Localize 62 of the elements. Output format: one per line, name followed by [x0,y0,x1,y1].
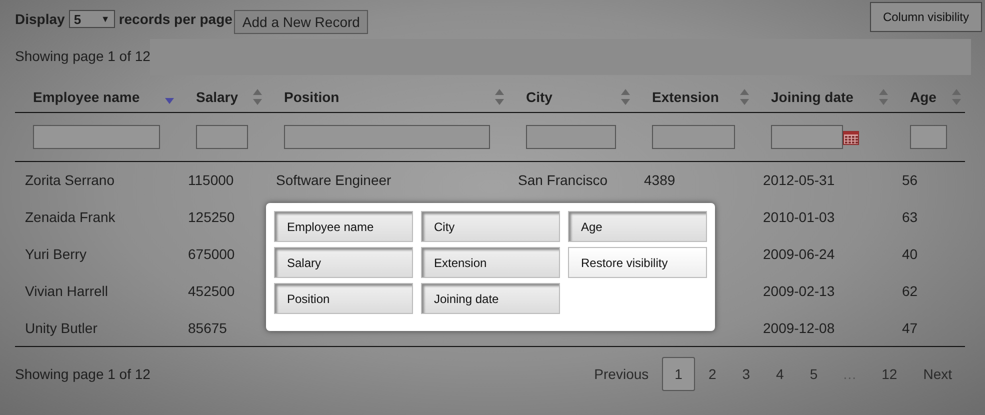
table-cell: 125250 [188,209,235,225]
table-cell: Zenaida Frank [25,209,116,225]
column-toggle-button[interactable]: Age [568,211,707,242]
pagination-button[interactable]: 3 [729,357,764,391]
table-cell: 2009-06-24 [763,246,835,262]
column-toggle-button[interactable]: Extension [421,247,560,278]
pagination-button[interactable]: Previous [581,357,662,391]
column-toggle-button[interactable]: City [421,211,560,242]
table-cell: 452500 [188,283,235,299]
table-cell: Yuri Berry [25,246,86,262]
column-toggle-button[interactable]: Joining date [421,283,560,314]
page-info: Showing page 1 of 12 [15,366,150,382]
table-cell: 62 [902,283,918,299]
table-cell: 115000 [188,172,234,188]
column-header[interactable]: City [526,89,552,105]
column-header[interactable]: Extension [652,89,719,105]
add-record-button[interactable]: Add a New Record [234,10,368,34]
table-cell: 56 [902,172,918,188]
table-cell: 2010-01-03 [763,209,835,225]
table-cell: 63 [902,209,918,225]
table-cell: 40 [902,246,918,262]
pagination-button[interactable]: 1 [662,357,696,391]
pagination-button[interactable]: 4 [763,357,797,391]
filter-field[interactable] [284,125,490,149]
table-cell: 2009-02-13 [763,283,835,299]
table-cell: Unity Butler [25,320,98,336]
pagination-button[interactable]: 12 [868,357,910,391]
table-cell: 4389 [644,172,676,188]
column-toggle-button[interactable]: Position [274,283,413,314]
table-cell: Zorita Serrano [25,172,114,188]
page-info: Showing page 1 of 12 [15,48,150,64]
column-visibility-button[interactable]: Column visibility [870,2,982,32]
page-size-select[interactable]: 5 ▼ [68,10,115,28]
pagination-ellipsis: … [842,365,858,384]
table-cell: 47 [902,320,918,336]
filter-field[interactable] [33,125,160,149]
pagination-button[interactable]: 5 [796,357,831,391]
calendar-icon[interactable] [843,129,859,145]
table-cell: Vivian Harrell [25,283,108,299]
filter-field[interactable] [910,125,947,149]
table-cell: Software Engineer [276,172,392,188]
column-header[interactable]: Position [284,89,340,105]
table-cell: 2009-12-08 [763,320,835,336]
table-cell: 2012-05-31 [763,172,835,188]
restore-visibility-button[interactable]: Restore visibility [568,247,707,278]
table-cell: San Francisco [518,172,608,188]
column-toggle-button[interactable]: Salary [274,247,413,278]
table-cell: 85675 [188,320,227,336]
column-header[interactable]: Age [910,89,936,105]
column-header[interactable]: Joining date [771,89,854,105]
filter-field[interactable] [652,125,735,149]
pagination-button[interactable]: 2 [695,357,730,391]
column-toggle-button[interactable]: Employee name [274,211,413,242]
filter-field[interactable] [526,125,616,149]
display-label: Display [15,11,65,27]
column-header[interactable]: Salary [196,89,238,105]
date-filter-field[interactable] [771,125,843,149]
pagination-button[interactable]: Next [910,357,965,391]
table-cell: 675000 [188,246,235,262]
column-header[interactable]: Employee name [33,89,140,105]
filter-field[interactable] [196,125,248,149]
records-per-page-label: records per page [118,11,232,27]
